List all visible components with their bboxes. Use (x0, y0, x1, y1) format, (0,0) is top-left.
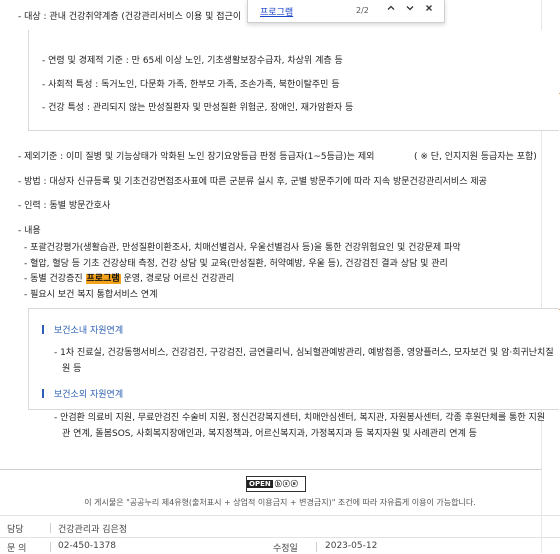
external-title-text: 보건소외 자원연계 (54, 390, 124, 400)
external-resource-line-2: 관 연계, 돌봄SOS, 사회복지장애인과, 복지정책과, 어르신복지과, 가정… (62, 429, 477, 439)
find-input[interactable]: 프로그램 (260, 5, 293, 18)
content-item-1: - 포괄건강평가(생활습관, 만성질환이환조사, 치매선별검사, 우울선별검사 … (24, 243, 461, 253)
phone-label: 문 의 (7, 544, 27, 554)
chevron-down-icon (406, 6, 414, 11)
find-in-page-bar: 프로그램 2/2 (247, 0, 445, 23)
internal-resource-title: 보건소내 자원연계 (42, 323, 123, 336)
find-next-button[interactable] (403, 3, 417, 17)
find-close-button[interactable] (422, 3, 436, 17)
kogl-open-label: OPEN (247, 480, 273, 488)
internal-resource-line-1: - 1차 진료실, 건강동행서비스, 건강검진, 구강검진, 금연클리닉, 심뇌… (54, 348, 554, 358)
footer-mid-line (0, 537, 560, 538)
exclusion-line: - 제외기준 : 이미 질병 및 기능상태가 악화된 노인 장기요양등급 판정 … (18, 152, 375, 162)
footer-top-line (0, 515, 560, 516)
content-item-3: - 동별 건강증진 프로그램 운영, 경로당 어르신 건강관리 (24, 271, 234, 284)
content-item-3-suffix: 운영, 경로당 어르신 건강관리 (120, 274, 235, 284)
modified-value: 2023-05-12 (325, 541, 378, 551)
phone-value: 02-450-1378 (58, 541, 117, 551)
find-match-count: 2/2 (356, 6, 369, 15)
license-notice: 이 게시물은 "공공누리 제4유형(출처표시 + 상업적 이용금지 + 변경금지… (84, 498, 476, 507)
criteria-health: - 건강 특성 : 관리되지 않는 만성질환자 및 만성질환 위험군, 장애인,… (42, 103, 354, 113)
content-separator (0, 469, 541, 470)
dept-label: 담당 (7, 525, 24, 535)
exclusion-note: ( ※ 단, 인지지원 등급자는 포함) (414, 152, 537, 162)
modified-label: 수정일 (273, 544, 298, 554)
kogl-type-icons: ⓑⓢⓔ (274, 480, 299, 488)
dept-value: 건강관리과 김은정 (58, 525, 128, 535)
phone-divider (50, 542, 51, 552)
target-line: - 대상 : 관내 건강취약계층 (건강관리서비스 이용 및 접근이 (18, 12, 242, 22)
staff-line: - 인력 : 동별 방문간호사 (18, 201, 111, 211)
content-title: - 내용 (18, 226, 41, 236)
find-previous-button[interactable] (384, 3, 398, 17)
internal-resource-line-2: 원 등 (62, 364, 82, 374)
external-resource-title: 보건소외 자원연계 (42, 387, 123, 400)
content-item-4: - 필요시 보건 복지 통합서비스 연계 (24, 290, 158, 300)
search-highlight: 프로그램 (85, 274, 121, 284)
internal-title-text: 보건소내 자원연계 (54, 326, 124, 336)
external-title-bar (42, 389, 44, 398)
internal-title-bar (42, 325, 44, 334)
external-resource-line-1: - 안검환 의료비 지원, 무료안검진 수술비 지원, 정신건강복지센터, 치매… (54, 413, 546, 423)
kogl-license-badge[interactable]: OPEN ⓑⓢⓔ (246, 476, 306, 492)
method-line: - 방법 : 대상자 신규등록 및 기초건강면접조사표에 따른 군분류 실시 후… (18, 177, 487, 187)
modified-divider (316, 542, 317, 552)
close-icon (426, 5, 432, 11)
criteria-social: - 사회적 특성 : 독거노인, 다문화 가족, 한부모 가족, 조손가족, 북… (42, 80, 340, 90)
content-item-3-prefix: - 동별 건강증진 (24, 274, 86, 284)
content-item-2: - 혈압, 혈당 등 기초 건강상태 측정, 건강 상담 및 교육(만성질환, … (24, 259, 448, 269)
dept-divider (50, 523, 51, 533)
criteria-age: - 연령 및 경제적 기준 : 만 65세 이상 노인, 기초생활보장수급자, … (42, 56, 343, 66)
chevron-up-icon (387, 5, 395, 10)
